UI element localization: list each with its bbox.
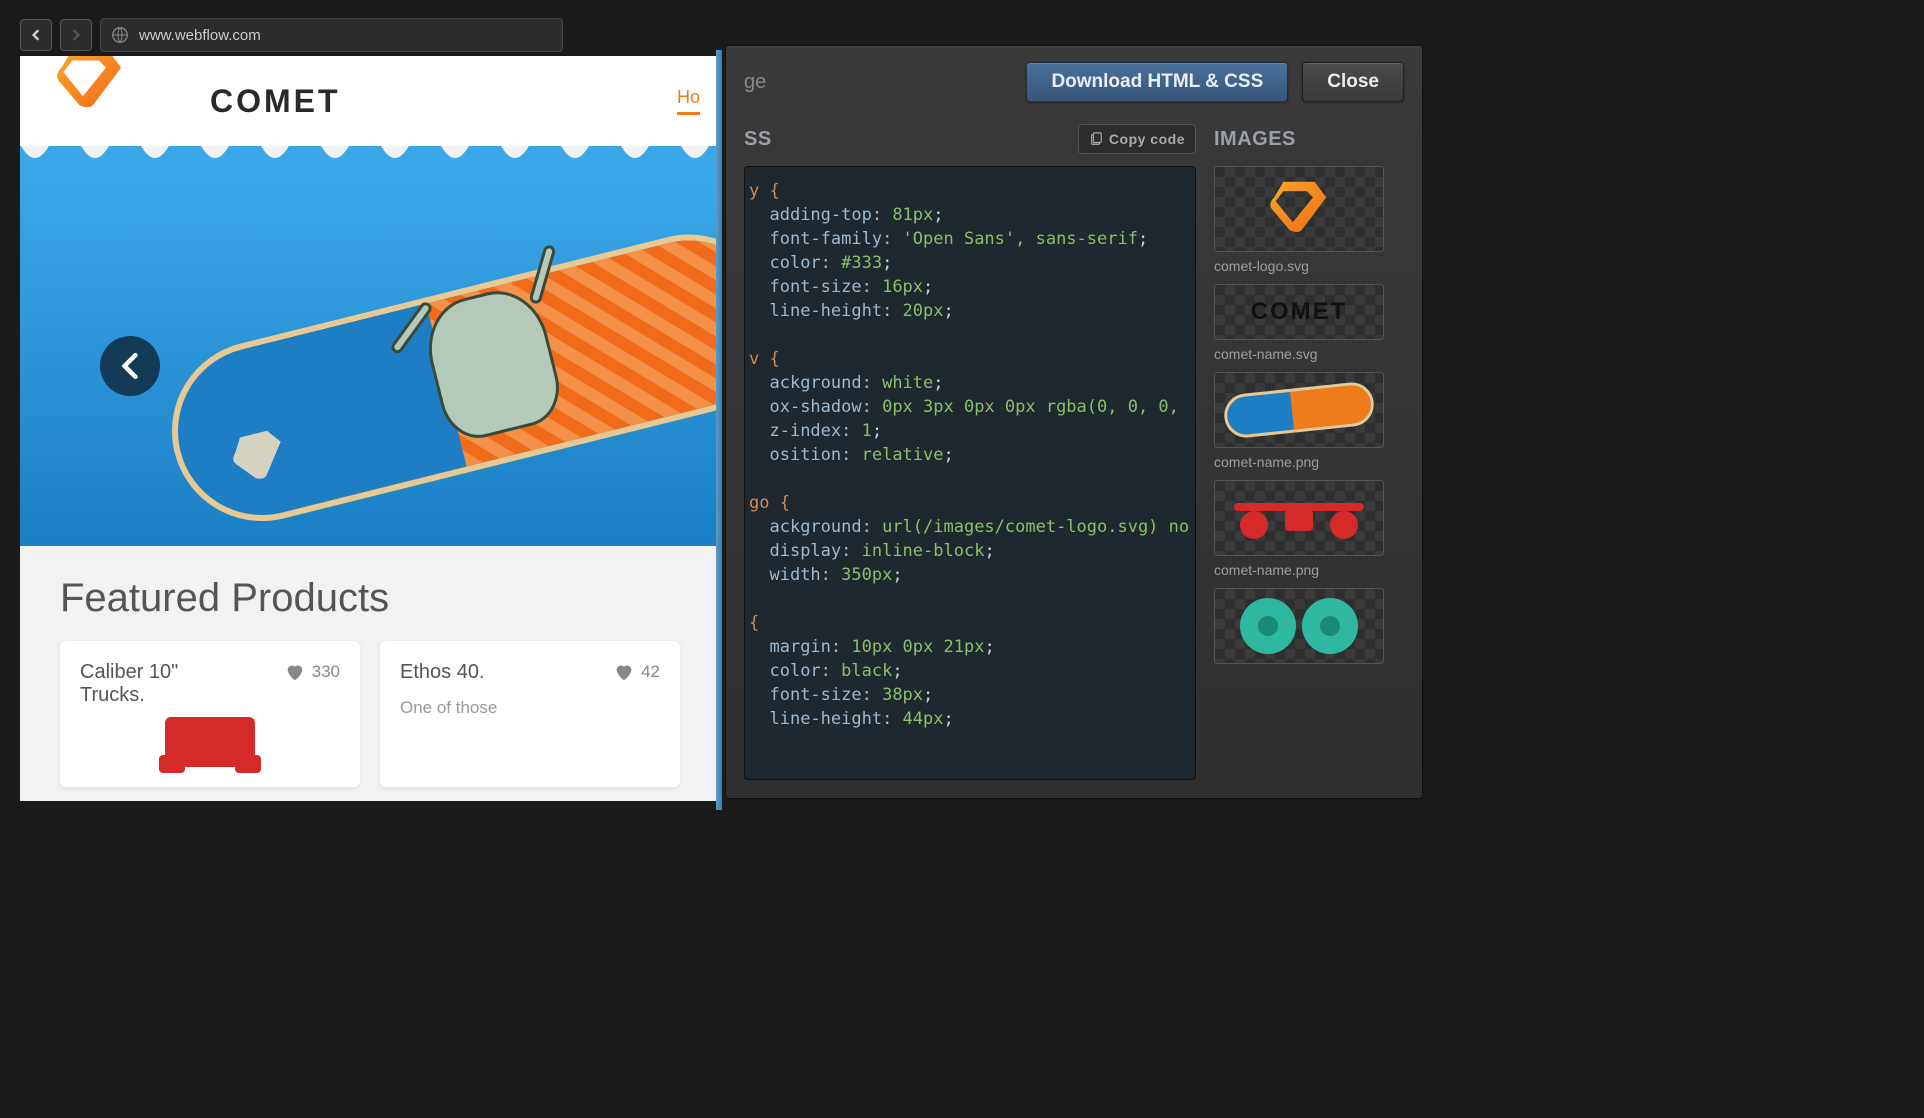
breadcrumb: ge	[744, 71, 766, 94]
export-panel: ge Download HTML & CSS Close SS Copy cod…	[725, 45, 1423, 799]
images-column: IMAGES comet-logo.svg COMET comet-name.s…	[1214, 122, 1404, 780]
featured-section: Featured Products Caliber 10" Trucks. 33…	[20, 546, 720, 787]
download-button[interactable]: Download HTML & CSS	[1026, 62, 1288, 102]
chevron-left-icon	[121, 353, 139, 379]
brand-logo-icon	[40, 56, 140, 121]
product-likes[interactable]: 42	[613, 661, 660, 683]
nav-back-button[interactable]	[20, 19, 52, 51]
copy-icon	[1089, 132, 1103, 146]
close-button[interactable]: Close	[1302, 62, 1404, 102]
image-filename: comet-logo.svg	[1214, 258, 1404, 274]
slider-prev-button[interactable]	[100, 336, 160, 396]
image-thumbnail[interactable]	[1214, 480, 1384, 556]
heart-icon	[284, 661, 306, 683]
chevron-right-icon	[70, 29, 82, 41]
nav-link-home[interactable]: Ho	[677, 87, 700, 115]
split-divider[interactable]	[716, 50, 722, 810]
image-filename: comet-name.svg	[1214, 346, 1404, 362]
product-title: Caliber 10" Trucks.	[80, 661, 220, 707]
product-title: Ethos 40.	[400, 661, 485, 684]
url-text: www.webflow.com	[139, 27, 261, 44]
globe-icon	[111, 26, 129, 44]
images-heading: IMAGES	[1214, 128, 1296, 151]
heart-icon	[613, 661, 635, 683]
css-code-view[interactable]: y { adding-top: 81px; font-family: 'Open…	[744, 166, 1196, 780]
image-thumbnail[interactable]	[1214, 166, 1384, 252]
site-header: COMET Ho	[20, 56, 720, 146]
product-likes[interactable]: 330	[284, 661, 340, 683]
copy-code-button[interactable]: Copy code	[1078, 124, 1196, 154]
image-thumbnail[interactable]	[1214, 588, 1384, 664]
image-thumbnail[interactable]	[1214, 372, 1384, 448]
image-filename: comet-name.png	[1214, 454, 1404, 470]
hero-board-illustration	[153, 215, 720, 546]
image-filename: comet-name.png	[1214, 562, 1404, 578]
likes-count: 330	[312, 662, 340, 682]
likes-count: 42	[641, 662, 660, 682]
chevron-left-icon	[30, 29, 42, 41]
wave-decoration	[20, 146, 720, 176]
image-thumbnail[interactable]: COMET	[1214, 284, 1384, 340]
product-description: One of those	[400, 698, 660, 718]
browser-toolbar: www.webflow.com	[20, 15, 563, 55]
panel-header: ge Download HTML & CSS Close	[744, 60, 1404, 104]
brand-name: COMET	[210, 83, 341, 120]
css-tab[interactable]: SS	[744, 128, 772, 151]
site-preview-pane: COMET Ho Featured Products	[20, 56, 720, 801]
hero-slider	[20, 176, 720, 546]
product-image	[165, 717, 255, 767]
product-card[interactable]: Caliber 10" Trucks. 330	[60, 641, 360, 787]
product-card[interactable]: Ethos 40. 42 One of those	[380, 641, 680, 787]
css-column: SS Copy code y { adding-top: 81px; font-…	[744, 122, 1196, 780]
featured-heading: Featured Products	[60, 576, 680, 621]
address-bar[interactable]: www.webflow.com	[100, 18, 563, 52]
nav-forward-button[interactable]	[60, 19, 92, 51]
